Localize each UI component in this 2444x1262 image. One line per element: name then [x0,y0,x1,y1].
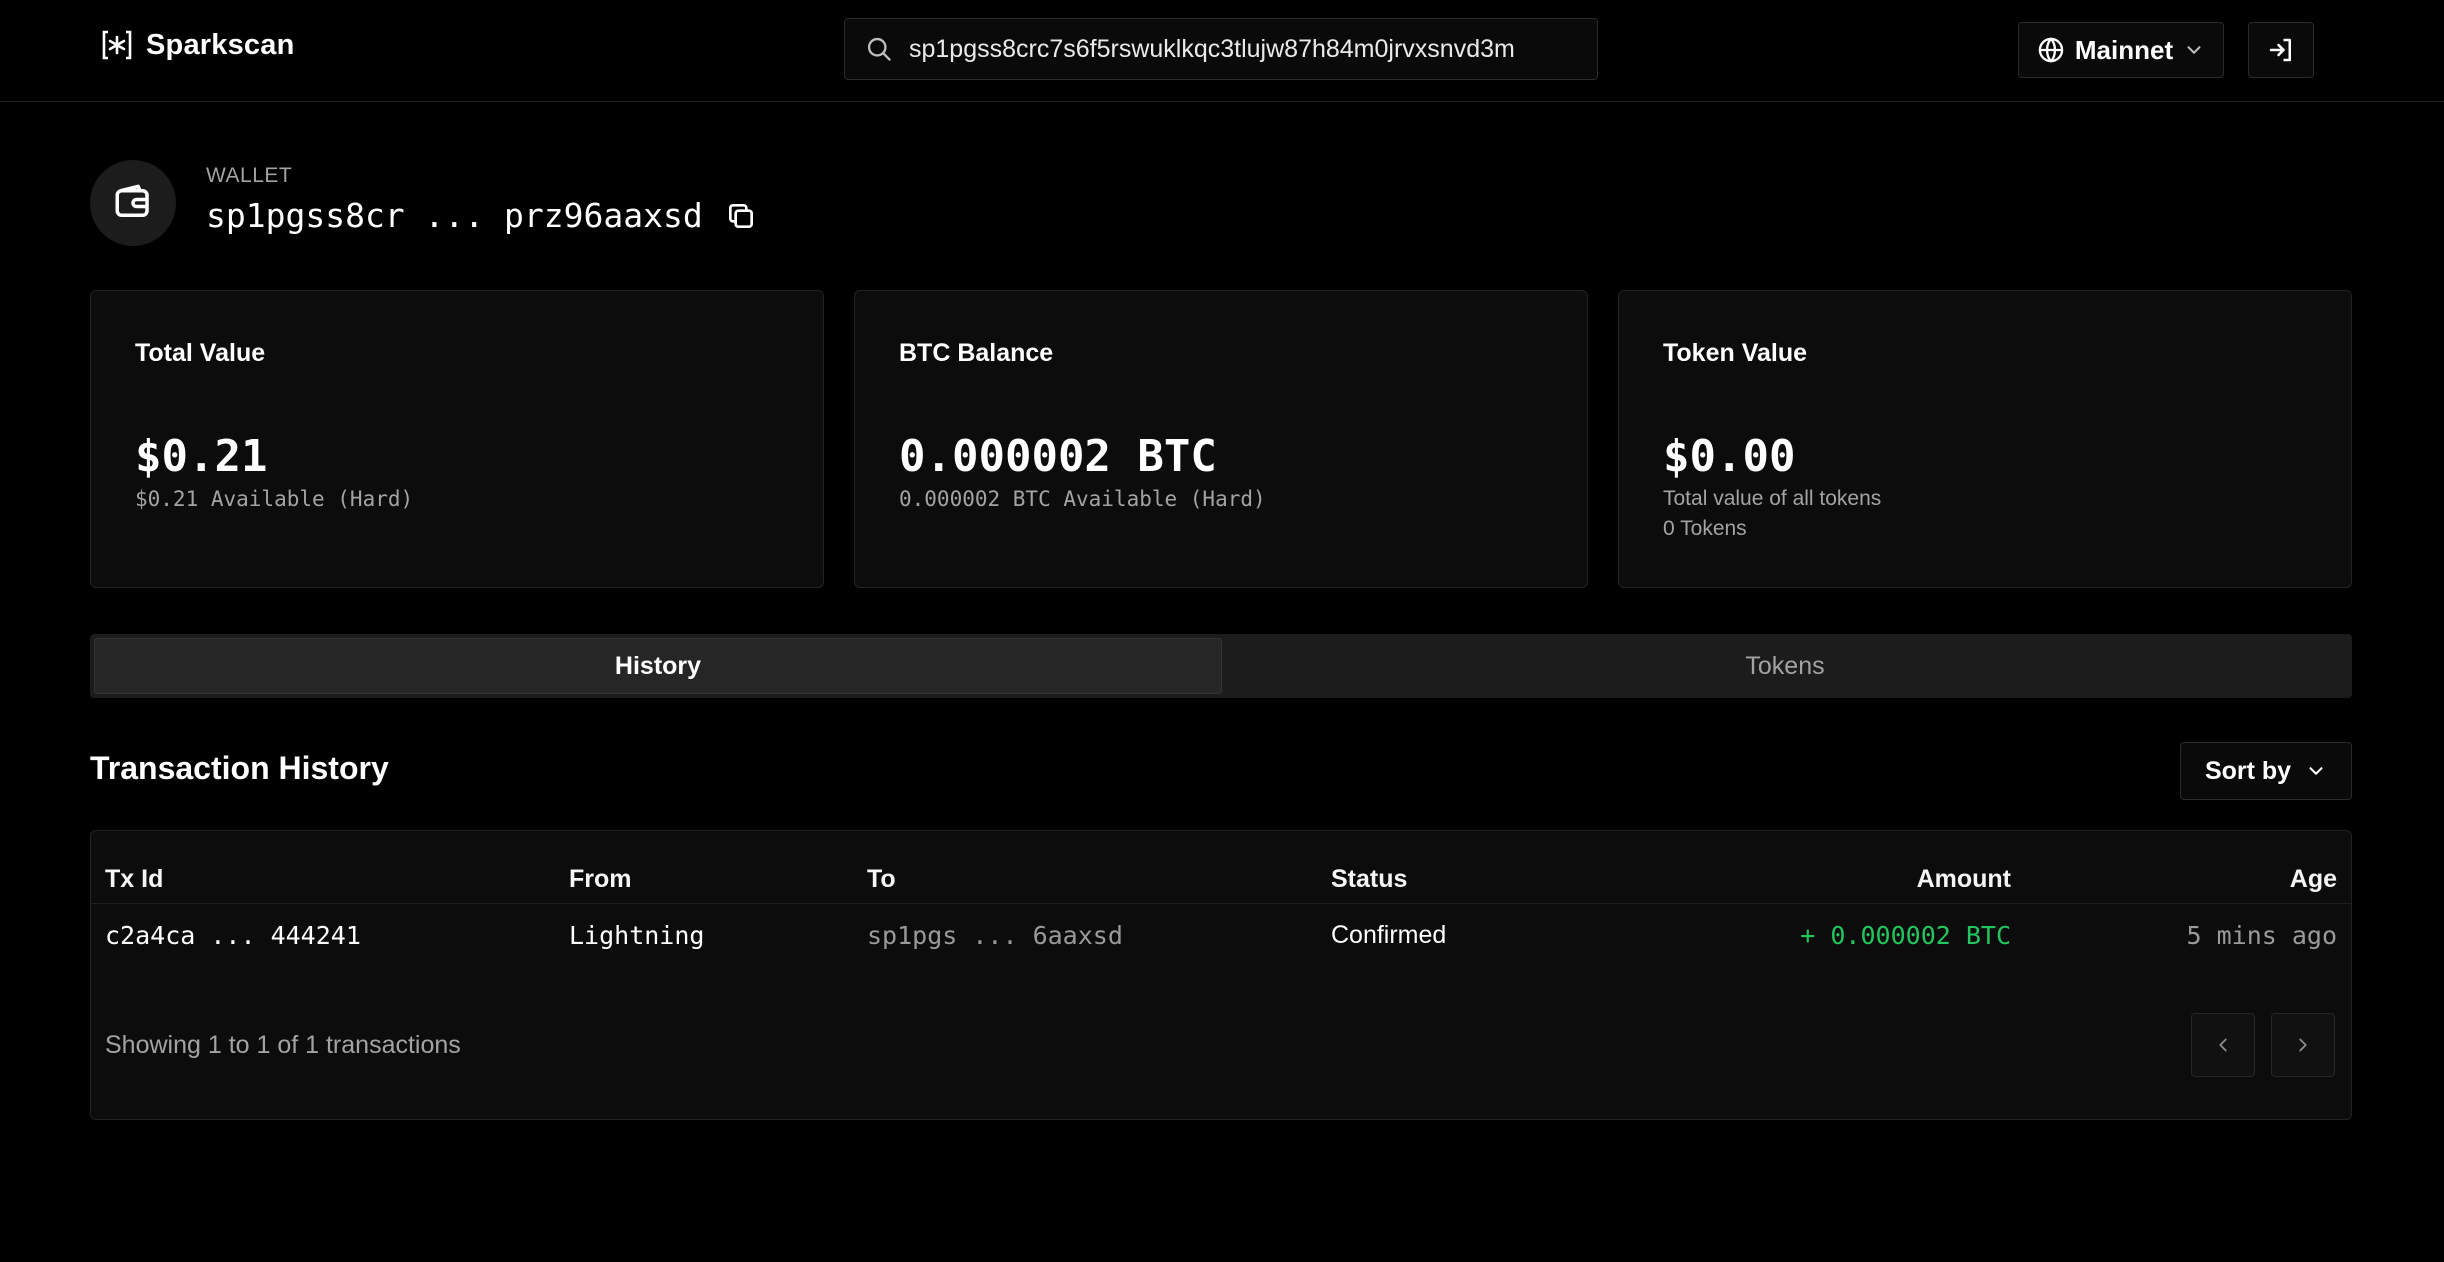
wallet-label: WALLET [206,164,293,187]
tab-history[interactable]: History [94,638,1222,694]
card-value: $0.00 [1663,431,1796,482]
chevron-left-icon [2219,1038,2227,1052]
chevron-down-icon [2309,767,2323,775]
card-value: 0.000002 BTC [899,431,1217,482]
sparkscan-logo-icon [102,30,132,60]
btc-balance-card: BTC Balance 0.000002 BTC 0.000002 BTC Av… [854,290,1588,588]
total-value-card: Total Value $0.21 $0.21 Available (Hard) [90,290,824,588]
chevron-right-icon [2299,1038,2307,1052]
previous-page-button[interactable] [2191,1013,2255,1077]
brand-name: Sparkscan [146,28,295,61]
card-title: Total Value [135,339,266,367]
wallet-avatar [90,160,176,246]
login-button[interactable] [2248,22,2314,78]
card-subtext: 0.000002 BTC Available (Hard) [899,487,1266,511]
sort-by-button[interactable]: Sort by [2180,742,2352,800]
wallet-icon [115,184,149,217]
search-box[interactable] [844,18,1598,80]
chevron-down-icon [2187,46,2201,54]
tab-bar: History Tokens [90,634,2352,698]
card-subtext: $0.21 Available (Hard) [135,487,414,511]
tab-tokens[interactable]: Tokens [1222,638,2348,694]
wallet-address: sp1pgss8cr ... prz96aaxsd [206,196,703,235]
card-title: BTC Balance [899,339,1054,367]
column-header-tx-id[interactable]: Tx Id [105,865,163,894]
network-label: Mainnet [2074,34,2174,65]
column-header-to[interactable]: To [867,865,896,894]
search-icon [867,37,891,61]
tx-from: Lightning [569,921,705,950]
next-page-button[interactable] [2271,1013,2335,1077]
top-header: Sparkscan Mainnet [0,0,2444,102]
column-header-from[interactable]: From [569,865,632,894]
transactions-table: Tx Id From To Status Amount Age c2a4ca .… [90,830,2352,1120]
card-title: Token Value [1663,339,1808,367]
wallet-address-row: sp1pgss8cr ... prz96aaxsd [206,196,757,235]
card-value: $0.21 [135,431,268,482]
brand-link[interactable]: Sparkscan [100,28,295,62]
tx-amount: + 0.000002 BTC [1800,921,2011,950]
tx-id-link[interactable]: c2a4ca ... 444241 [105,921,361,950]
tx-status: Confirmed [1331,921,1447,949]
token-count: 0 Tokens [1663,517,1747,540]
header-divider [91,903,2351,904]
token-value-card: Token Value $0.00 Total value of all tok… [1618,290,2352,588]
column-header-amount[interactable]: Amount [1917,865,2011,894]
tx-age: 5 mins ago [2186,921,2337,950]
sort-label: Sort by [2204,756,2292,785]
network-selector[interactable]: Mainnet [2018,22,2224,78]
pagination-summary: Showing 1 to 1 of 1 transactions [105,1031,461,1059]
tx-to-link[interactable]: sp1pgs ... 6aaxsd [867,921,1123,950]
column-header-age[interactable]: Age [2290,865,2337,894]
section-title: Transaction History [90,750,389,786]
globe-icon [2038,37,2064,63]
column-header-status[interactable]: Status [1331,865,1407,894]
copy-icon[interactable] [725,200,757,232]
login-icon [2269,38,2291,62]
search-input[interactable] [907,33,1571,65]
card-subtext: Total value of all tokens [1663,487,1882,510]
